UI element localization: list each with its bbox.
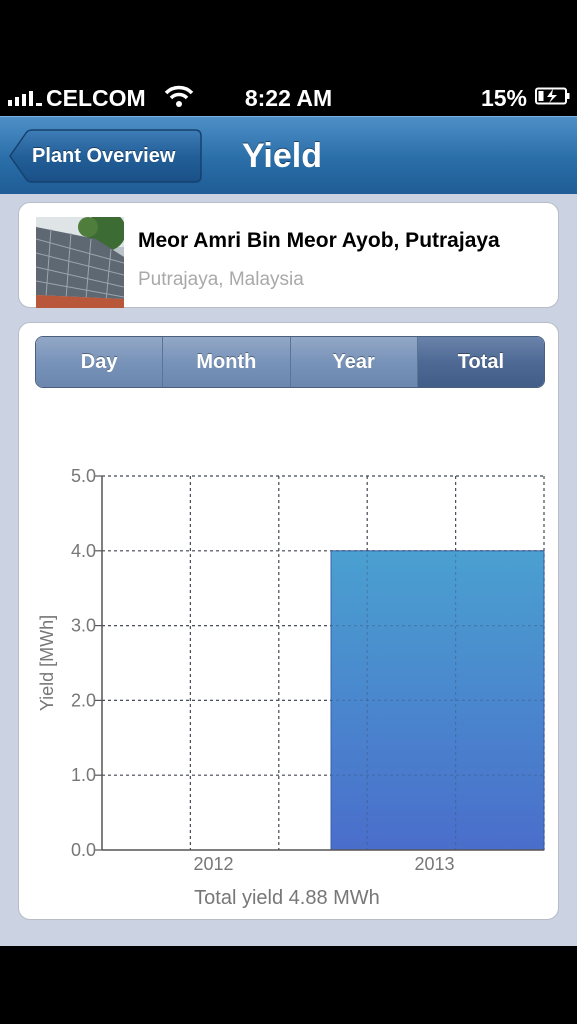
battery-charging-icon xyxy=(535,87,570,105)
x-tick-label: 2013 xyxy=(414,854,454,874)
status-bar: CELCOM 8:22 AM 15% xyxy=(0,78,577,116)
plant-photo xyxy=(36,217,124,308)
plant-location: Putrajaya, Malaysia xyxy=(138,269,304,290)
y-tick-label: 0.0 xyxy=(71,840,96,860)
y-tick-label: 2.0 xyxy=(71,690,96,710)
tab-year[interactable]: Year xyxy=(289,337,417,387)
back-button[interactable]: Plant Overview xyxy=(8,129,202,183)
y-tick-label: 4.0 xyxy=(71,541,96,561)
x-tick-label: 2012 xyxy=(193,854,233,874)
battery-percentage: 15% xyxy=(480,85,527,111)
back-button-label: Plant Overview xyxy=(32,145,176,167)
y-tick-label: 3.0 xyxy=(71,616,96,636)
total-yield-label: Total yield 4.88 MWh xyxy=(194,887,380,909)
navigation-bar: Plant Overview Yield xyxy=(0,116,577,194)
yield-chart: 0.0 1.0 2.0 3.0 4.0 5.0 2012 2013 Yield [MWh] Tot… xyxy=(37,466,545,909)
page-title: Yield xyxy=(242,137,322,175)
bottom-black-bar xyxy=(0,946,577,1024)
chart-card: Day Month Year Total 0.0 1.0 2.0 3.0 4.0 5.0 2… xyxy=(18,322,559,920)
plant-name: Meor Amri Bin Meor Ayob, Putrajaya xyxy=(138,229,500,252)
top-black-bar xyxy=(0,0,577,78)
tab-month[interactable]: Month xyxy=(162,337,290,387)
y-axis-label: Yield [MWh] xyxy=(37,615,57,711)
plant-card[interactable]: Meor Amri Bin Meor Ayob, Putrajaya Putra… xyxy=(18,202,559,308)
y-tick-label: 5.0 xyxy=(71,466,96,486)
tab-total[interactable]: Total xyxy=(416,337,544,387)
tab-day[interactable]: Day xyxy=(36,337,163,387)
y-tick-label: 1.0 xyxy=(71,765,96,785)
content-area: Meor Amri Bin Meor Ayob, Putrajaya Putra… xyxy=(0,194,577,946)
period-segmented-control: Day Month Year Total xyxy=(35,336,545,388)
